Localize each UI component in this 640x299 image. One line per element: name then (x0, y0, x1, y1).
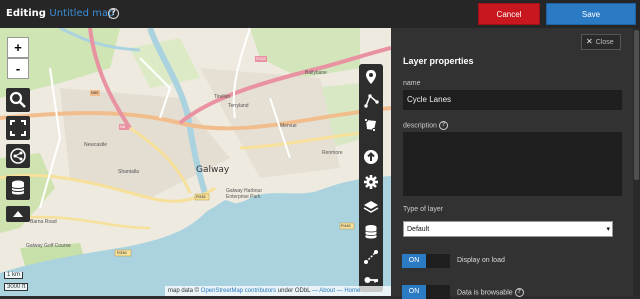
layers-icon[interactable] (361, 197, 381, 217)
cancel-button[interactable]: Cancel (478, 3, 540, 25)
close-panel-button[interactable]: ✕ Close (581, 34, 621, 50)
road-shield: R336 (117, 250, 127, 255)
map-name-link[interactable]: Untitled map (49, 8, 114, 19)
description-label-row: description? (403, 121, 448, 130)
map-canvas[interactable]: Galway Tirellan Terryland Ballybane Merv… (0, 28, 391, 296)
place-label-mervue: Mervue (280, 123, 297, 129)
marker-icon[interactable] (361, 67, 381, 87)
about-link[interactable]: — About — (312, 288, 343, 294)
place-label-newcastle: Newcastle (84, 142, 108, 148)
layer-type-value: Default (407, 226, 430, 233)
city-label: Galway (196, 165, 230, 175)
zoom-in-button[interactable]: + (7, 37, 29, 58)
data-browsable-toggle[interactable]: ON (402, 285, 450, 299)
layers-stack-icon[interactable] (6, 176, 30, 200)
scale-ft: 3000 ft (7, 284, 26, 290)
road-shield: R338 (256, 56, 266, 61)
attribution-license: under ODbL (277, 288, 311, 294)
road-shield: R446 (341, 223, 351, 228)
osm-link[interactable]: OpenStreetMap contributors (201, 288, 276, 294)
road-shield: N6 (120, 124, 126, 129)
data-browsable-label: Data is browsable (457, 289, 513, 297)
place-label-renmore: Renmore (322, 150, 343, 156)
polyline-icon[interactable] (361, 91, 381, 111)
road-shield: R336 (196, 194, 206, 199)
map-title: Editing Untitled map (6, 8, 114, 19)
map-scale-ft: 3000 ft (4, 283, 29, 291)
question-circle-icon[interactable]: ? (438, 121, 448, 130)
chevron-down-icon: ▾ (606, 226, 610, 233)
toggle-on-state: ON (402, 285, 426, 299)
place-label-barna-road: Barna Road (30, 219, 57, 225)
panel-title: Layer properties (403, 56, 474, 66)
description-label: description (403, 122, 437, 130)
gear-icon[interactable] (361, 172, 381, 192)
layer-name-input[interactable] (403, 90, 622, 110)
collapse-up-icon[interactable] (6, 206, 30, 222)
attribution-prefix: map data © (168, 288, 200, 294)
name-label: name (403, 80, 421, 87)
scale-km: 1 km (7, 272, 21, 278)
map-tiles (0, 28, 391, 296)
place-label-shantalla: Shantalla (118, 169, 139, 175)
toggle-on-state: ON (402, 254, 426, 268)
save-button[interactable]: Save (546, 3, 636, 25)
close-icon: ✕ (586, 37, 593, 46)
link-icon[interactable] (361, 247, 381, 267)
database-icon[interactable] (361, 222, 381, 242)
panel-scroll-thumb[interactable] (634, 30, 639, 180)
display-on-load-toggle[interactable]: ON (402, 254, 450, 268)
place-label-ballybane: Ballybane (305, 70, 327, 76)
question-circle-icon[interactable]: ? (108, 8, 119, 19)
editing-label: Editing (6, 8, 46, 19)
upload-icon[interactable] (361, 147, 381, 167)
road-shield: N59 (91, 90, 99, 95)
zoom-out-button[interactable]: - (7, 58, 29, 79)
map-attribution: map data © OpenStreetMap contributors un… (165, 286, 391, 296)
display-on-load-label: Display on load (457, 257, 505, 264)
place-label-tirellan: Tirellan (214, 94, 231, 100)
share-icon[interactable] (6, 144, 30, 168)
fullscreen-icon[interactable] (6, 116, 30, 140)
map-scale: 1 km (4, 272, 24, 279)
place-label-golf: Galway Golf Course (26, 243, 71, 249)
edit-toolbar (359, 64, 383, 292)
close-label: Close (595, 39, 614, 46)
layer-type-select[interactable]: Default ▾ (403, 221, 613, 237)
search-icon[interactable] (6, 88, 30, 112)
type-label: Type of layer (403, 206, 444, 213)
place-label-harbour: Galway Harbour Enterprise Park (226, 188, 263, 200)
top-bar: Editing Untitled map ? Cancel Save (0, 0, 640, 28)
polygon-icon[interactable] (361, 115, 381, 135)
place-label-terryland: Terryland (228, 103, 249, 109)
description-textarea[interactable] (403, 132, 622, 196)
home-link[interactable]: Home (344, 288, 360, 294)
